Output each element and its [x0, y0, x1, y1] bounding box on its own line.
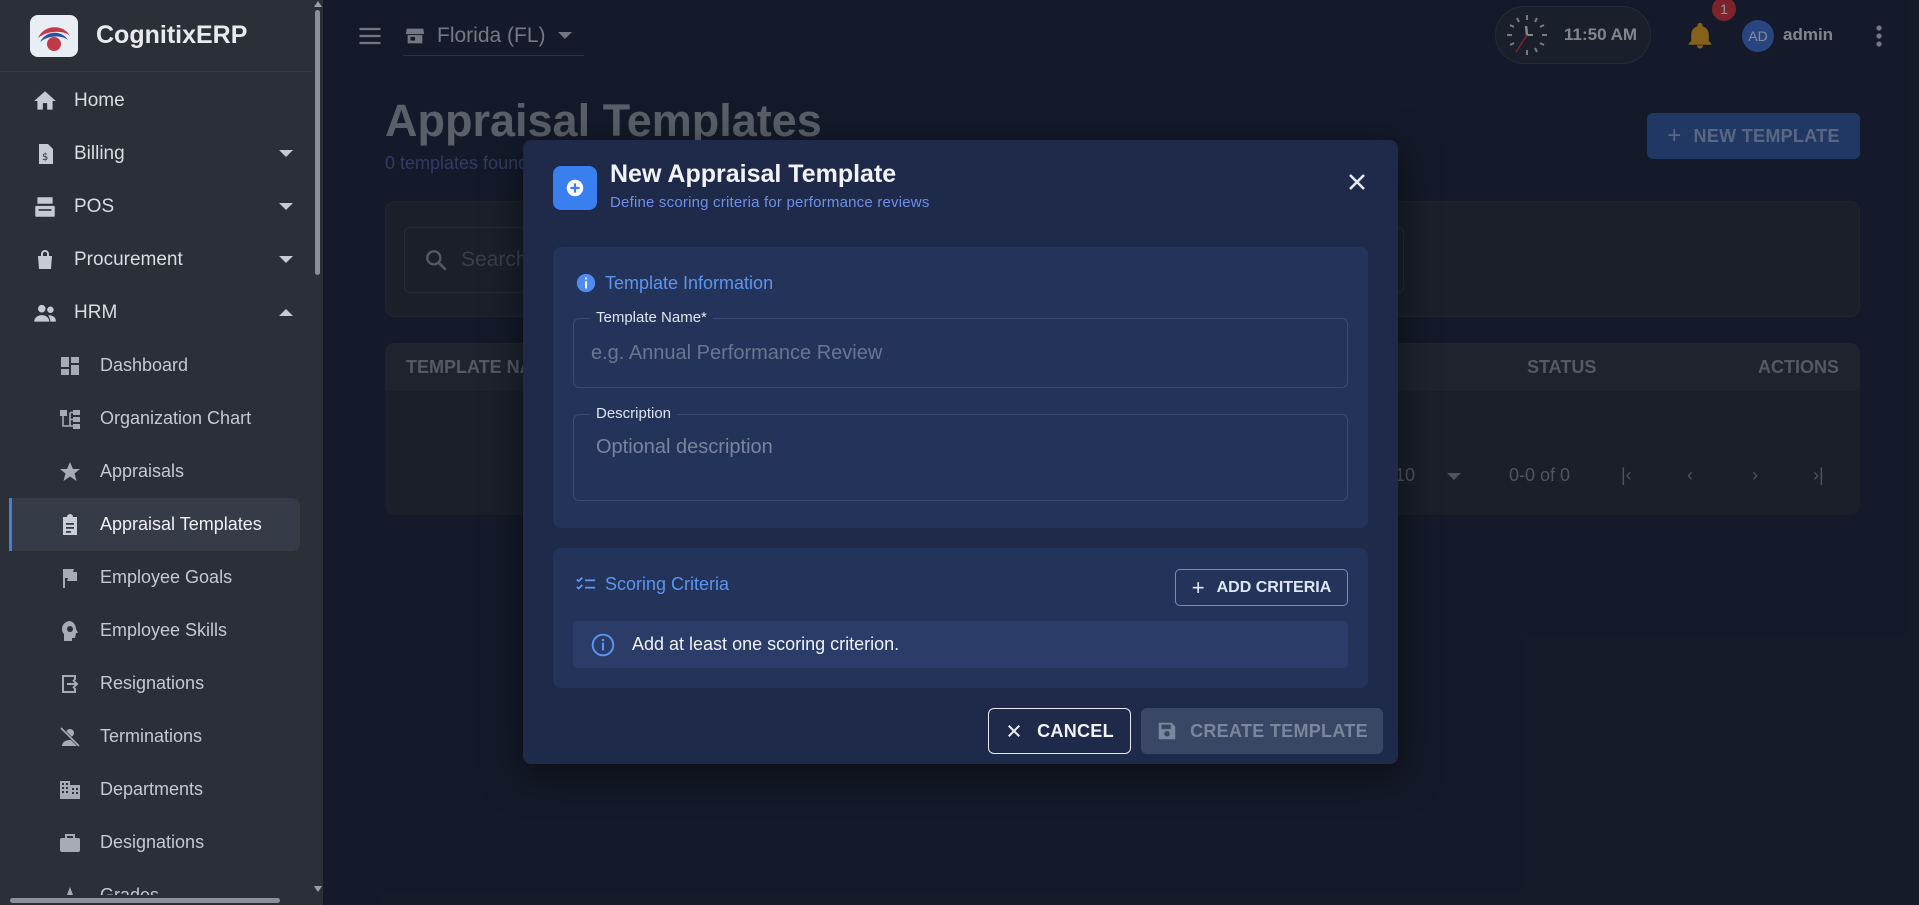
section-heading: Scoring Criteria	[575, 573, 729, 595]
sidebar-scrollbar[interactable]	[312, 0, 323, 905]
section-heading-label: Scoring Criteria	[605, 573, 730, 594]
sidebar-item-label: Departments	[100, 779, 204, 799]
section-heading: Template Information	[575, 272, 773, 294]
dialog-subtitle: Define scoring criteria for performance …	[610, 194, 930, 211]
cancel-button[interactable]: CANCEL	[988, 708, 1131, 754]
dialog-title: New Appraisal Template	[610, 160, 897, 188]
sidebar-item-pos[interactable]: POS	[0, 180, 323, 233]
scoring-criteria-section: Scoring Criteria + ADD CRITERIA Add at l…	[553, 548, 1368, 688]
chevron-up-icon	[279, 308, 293, 316]
sidebar-item-organization-chart[interactable]: Organization Chart	[0, 392, 323, 445]
cancel-label: CANCEL	[1037, 720, 1114, 741]
sidebar-item-label: POS	[74, 195, 115, 217]
add-criteria-label: ADD CRITERIA	[1216, 578, 1332, 596]
close-icon[interactable]	[1343, 168, 1371, 196]
pos-icon	[30, 192, 60, 222]
clipboard-icon	[56, 511, 84, 539]
flag-icon	[56, 564, 84, 592]
sidebar-item-terminations[interactable]: Terminations	[0, 710, 323, 763]
home-icon	[30, 86, 60, 116]
template-information-section: Template Information Template Name* e.g.…	[553, 247, 1368, 528]
template-name-field[interactable]: Template Name* e.g. Annual Performance R…	[573, 309, 1348, 388]
create-template-label: CREATE TEMPLATE	[1190, 720, 1368, 741]
chevron-down-icon	[279, 202, 293, 210]
template-name-placeholder: e.g. Annual Performance Review	[591, 342, 883, 364]
sidebar-item-label: Employee Goals	[100, 567, 233, 587]
add-circle-icon	[553, 166, 597, 210]
people-icon	[30, 298, 60, 328]
criteria-info-alert: Add at least one scoring criterion.	[573, 621, 1348, 668]
sidebar-item-appraisals[interactable]: Appraisals	[0, 445, 323, 498]
scrollbar-thumb[interactable]	[10, 898, 280, 903]
skills-icon	[56, 617, 84, 645]
sidebar-item-label: Appraisals	[100, 461, 185, 481]
sidebar-item-billing[interactable]: $ Billing	[0, 127, 323, 180]
building-icon	[56, 776, 84, 804]
dashboard-icon	[56, 352, 84, 380]
brand[interactable]: CognitixERP	[0, 0, 323, 72]
nav: Home $ Billing POS Procurement HRM Dashb…	[0, 72, 323, 905]
sidebar-item-label: Designations	[100, 832, 205, 852]
chevron-down-icon	[279, 255, 293, 263]
sidebar-item-appraisal-templates[interactable]: Appraisal Templates	[9, 498, 300, 551]
brand-name: CognitixERP	[96, 21, 248, 49]
sidebar-item-label: Terminations	[100, 726, 203, 746]
chevron-down-icon	[279, 149, 293, 157]
new-template-dialog: New Appraisal Template Define scoring cr…	[523, 140, 1398, 764]
person-off-icon	[56, 723, 84, 751]
sidebar: CognitixERP Home $ Billing POS Procureme…	[0, 0, 323, 905]
sidebar-item-resignations[interactable]: Resignations	[0, 657, 323, 710]
sidebar-item-home[interactable]: Home	[0, 74, 323, 127]
sidebar-item-employee-goals[interactable]: Employee Goals	[0, 551, 323, 604]
sidebar-horizontal-scrollbar[interactable]	[0, 895, 312, 905]
add-criteria-button[interactable]: + ADD CRITERIA	[1175, 569, 1348, 606]
sidebar-item-dashboard[interactable]: Dashboard	[0, 339, 323, 392]
sidebar-item-hrm[interactable]: HRM	[0, 286, 323, 339]
sidebar-item-designations[interactable]: Designations	[0, 816, 323, 869]
sidebar-item-label: Employee Skills	[100, 620, 228, 640]
plus-icon: +	[1191, 574, 1205, 600]
sidebar-item-label: Resignations	[100, 673, 205, 693]
sidebar-item-departments[interactable]: Departments	[0, 763, 323, 816]
billing-icon: $	[30, 139, 60, 169]
info-icon	[575, 272, 597, 294]
checklist-icon	[575, 573, 597, 595]
bag-icon	[30, 245, 60, 275]
info-outline-icon	[590, 632, 616, 658]
org-chart-icon	[56, 405, 84, 433]
sidebar-item-label: Home	[74, 89, 125, 111]
sidebar-item-label: Appraisal Templates	[100, 514, 262, 534]
sidebar-item-employee-skills[interactable]: Employee Skills	[0, 604, 323, 657]
scrollbar-thumb[interactable]	[315, 10, 320, 275]
close-icon	[1005, 722, 1023, 740]
description-field[interactable]: Description Optional description	[573, 405, 1348, 501]
briefcase-icon	[56, 829, 84, 857]
sidebar-item-label: Dashboard	[100, 355, 189, 375]
brand-logo	[30, 14, 78, 57]
svg-text:$: $	[42, 152, 48, 163]
section-heading-label: Template Information	[605, 272, 774, 293]
sidebar-item-label: Procurement	[74, 248, 183, 270]
create-template-button[interactable]: CREATE TEMPLATE	[1141, 708, 1383, 754]
exit-icon	[56, 670, 84, 698]
star-icon	[56, 458, 84, 486]
sidebar-item-procurement[interactable]: Procurement	[0, 233, 323, 286]
criteria-info-text: Add at least one scoring criterion.	[632, 634, 900, 654]
save-icon	[1156, 720, 1178, 742]
template-name-label: Template Name*	[590, 309, 713, 326]
description-label: Description	[590, 405, 678, 422]
sidebar-item-label: Organization Chart	[100, 408, 252, 428]
sidebar-item-label: HRM	[74, 301, 118, 323]
sidebar-item-label: Billing	[74, 142, 125, 164]
description-placeholder: Optional description	[596, 436, 773, 458]
